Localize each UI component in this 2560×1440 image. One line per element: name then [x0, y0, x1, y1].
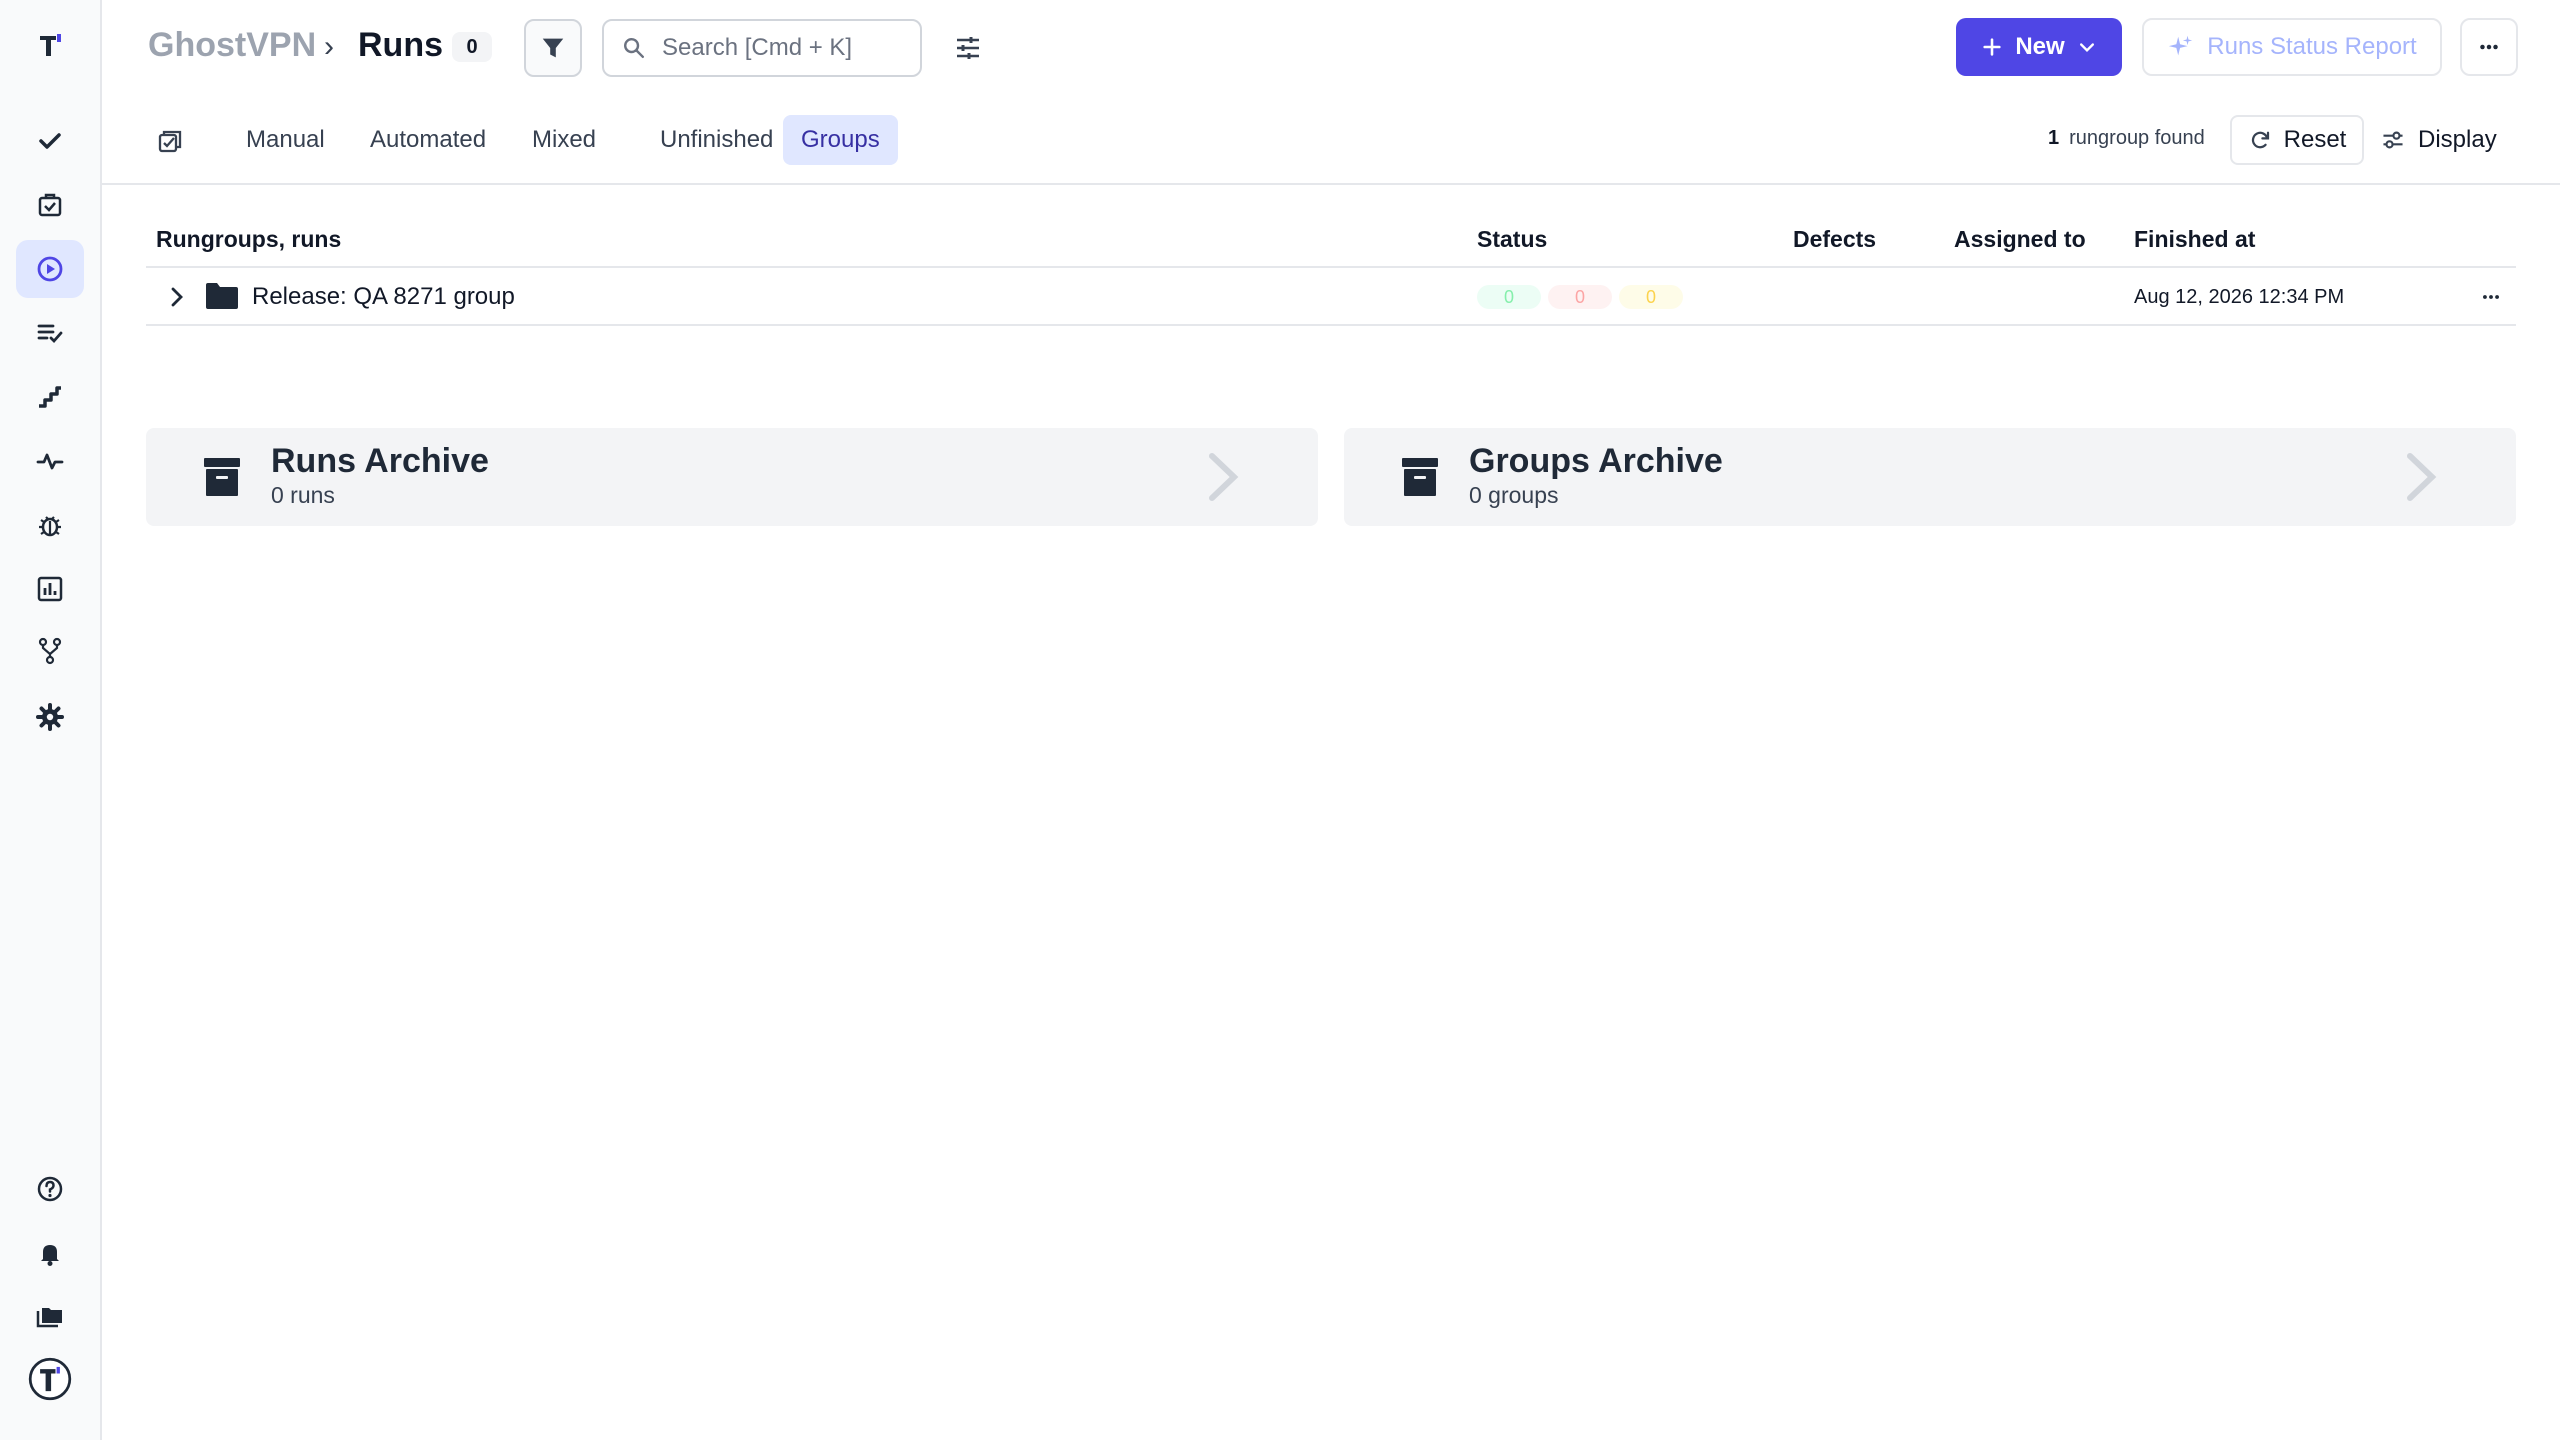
pulse-icon[interactable]: [16, 432, 84, 490]
column-header-name[interactable]: Rungroups, runs: [156, 226, 341, 253]
groups-archive-subtitle: 0 groups: [1469, 482, 1559, 508]
rungroup-title[interactable]: Release: QA 8271 group: [252, 283, 515, 311]
sidebar: [0, 0, 102, 1440]
table-header: Rungroups, runs Status Defects Assigned …: [146, 210, 2516, 268]
groups-archive-card[interactable]: Groups Archive 0 groups: [1344, 428, 2516, 526]
list-check-icon[interactable]: [16, 304, 84, 362]
plus-icon: [1983, 38, 2001, 56]
results-count-text: 1 rungroup found: [2048, 127, 2205, 150]
bug-icon[interactable]: [16, 496, 84, 554]
refresh-icon: [2251, 131, 2269, 149]
breadcrumb-separator: ›: [324, 30, 334, 63]
more-horizontal-icon: [2480, 44, 2498, 50]
tab-mixed[interactable]: Mixed: [514, 115, 614, 165]
results-count: 1: [2048, 127, 2060, 149]
filter-icon: [542, 38, 564, 58]
gear-icon[interactable]: [16, 688, 84, 746]
folder-icon: [204, 280, 240, 312]
chevron-down-icon: [2079, 43, 2094, 52]
display-button[interactable]: Display: [2380, 115, 2497, 165]
chevron-right-icon: [1206, 450, 1240, 504]
chevron-right-icon: [2404, 450, 2438, 504]
bell-icon[interactable]: [16, 1224, 84, 1282]
tab-groups[interactable]: Groups: [783, 115, 898, 165]
folders-icon[interactable]: [16, 1288, 84, 1346]
tab-manual[interactable]: Manual: [228, 115, 343, 165]
chevron-right-icon[interactable]: [164, 284, 190, 310]
search-box[interactable]: [602, 19, 922, 77]
archive-box-icon: [1400, 454, 1440, 498]
check-icon[interactable]: [16, 112, 84, 170]
sparkles-icon: [2169, 35, 2193, 56]
bar-chart-icon[interactable]: [16, 560, 84, 618]
runs-status-report-label: Runs Status Report: [2207, 33, 2417, 60]
sliders-icon[interactable]: [950, 30, 986, 66]
filter-button[interactable]: [524, 19, 582, 77]
status-skipped-badge: 0: [1619, 285, 1683, 309]
column-header-finished[interactable]: Finished at: [2134, 226, 2255, 253]
steps-icon[interactable]: [16, 368, 84, 426]
avatar-icon[interactable]: [16, 1350, 84, 1408]
row-more-icon[interactable]: [2476, 282, 2506, 312]
multi-select-icon[interactable]: [156, 127, 186, 157]
play-circle-icon[interactable]: [16, 240, 84, 298]
page-title: Runs: [358, 26, 443, 64]
logo-icon[interactable]: [16, 16, 84, 74]
runs-archive-title: Runs Archive: [271, 442, 489, 480]
finished-at: Aug 12, 2026 12:34 PM: [2134, 286, 2345, 308]
runs-count-badge: 0: [452, 32, 492, 62]
search-input[interactable]: [662, 34, 902, 62]
display-label: Display: [2418, 126, 2497, 153]
table-row[interactable]: Release: QA 8271 group 0 0 0 Aug 12, 202…: [146, 268, 2516, 326]
help-icon[interactable]: [16, 1160, 84, 1218]
top-bar: GhostVPN › Runs 0 New Runs Status Report: [102, 0, 2560, 95]
groups-archive-title: Groups Archive: [1469, 442, 1723, 480]
breadcrumb-project[interactable]: GhostVPN: [148, 26, 316, 65]
results-label: rungroup found: [2069, 127, 2205, 149]
tabs-row: Manual Automated Mixed Unfinished Groups…: [102, 115, 2560, 185]
runs-archive-subtitle: 0 runs: [271, 482, 335, 508]
runs-status-report-button[interactable]: Runs Status Report: [2142, 18, 2442, 76]
branch-icon[interactable]: [16, 622, 84, 680]
runs-archive-card[interactable]: Runs Archive 0 runs: [146, 428, 1318, 526]
archive-box-icon: [202, 454, 242, 498]
tab-automated[interactable]: Automated: [352, 115, 504, 165]
reset-label: Reset: [2283, 126, 2347, 153]
reset-button[interactable]: Reset: [2230, 115, 2364, 165]
column-header-status[interactable]: Status: [1477, 226, 1547, 253]
new-button-label: New: [2015, 33, 2065, 60]
column-header-defects[interactable]: Defects: [1793, 226, 1876, 253]
new-button[interactable]: New: [1956, 18, 2122, 76]
display-settings-icon: [2383, 131, 2403, 149]
tab-unfinished[interactable]: Unfinished: [642, 115, 791, 165]
more-options-button[interactable]: [2460, 18, 2518, 76]
clipboard-check-icon[interactable]: [16, 176, 84, 234]
column-header-assigned[interactable]: Assigned to: [1954, 226, 2086, 253]
search-icon: [624, 38, 644, 58]
status-passed-badge: 0: [1477, 285, 1541, 309]
status-failed-badge: 0: [1548, 285, 1612, 309]
